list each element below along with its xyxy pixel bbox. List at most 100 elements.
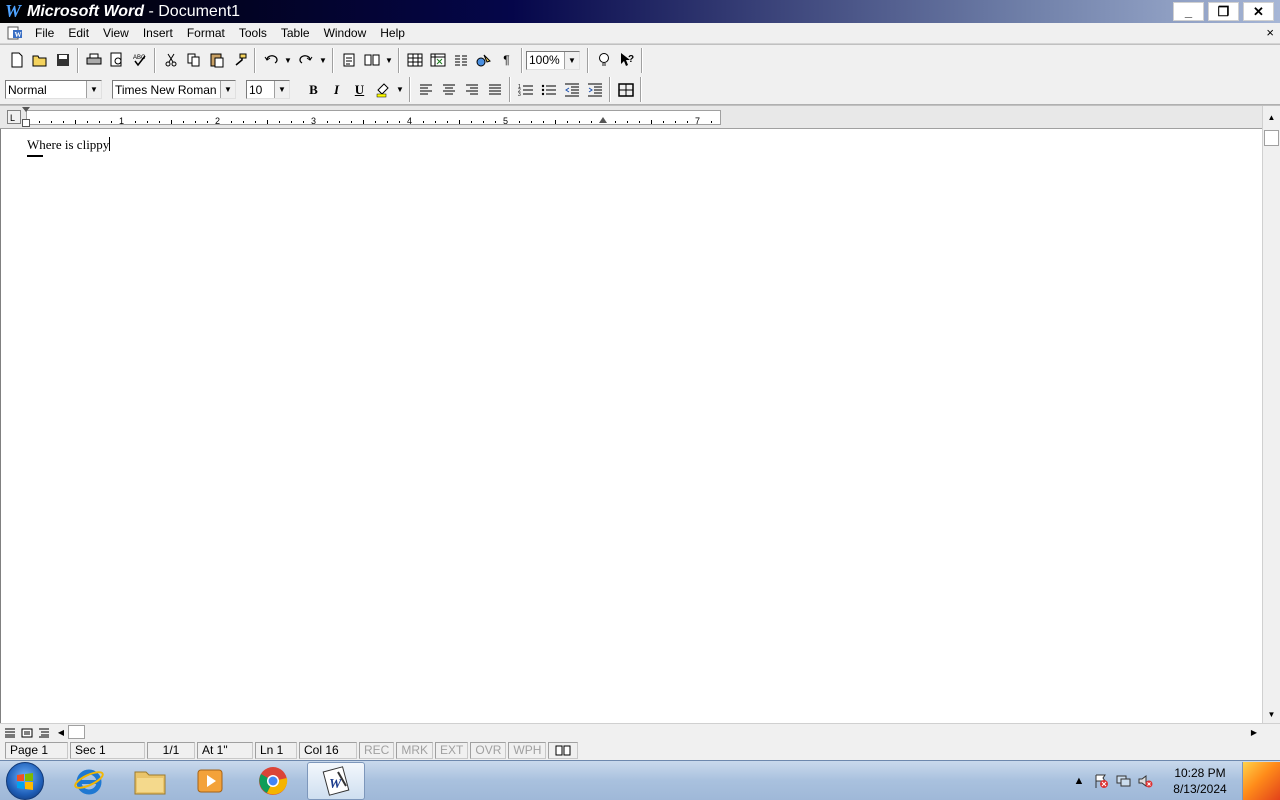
ruler-tick xyxy=(255,121,256,123)
tab-selector[interactable]: L xyxy=(7,110,21,124)
close-button[interactable]: ✕ xyxy=(1243,2,1274,21)
minimize-button[interactable]: _ xyxy=(1173,2,1204,21)
ruler-strip[interactable]: 1 2 3 4 5 7 xyxy=(22,107,721,127)
redo-dropdown-icon[interactable]: ▼ xyxy=(317,49,329,71)
volume-muted-icon[interactable] xyxy=(1134,770,1156,792)
ruler-tick xyxy=(495,121,496,123)
show-hide-pilcrow-icon[interactable]: ¶ xyxy=(495,49,518,71)
zoom-dropdown-icon[interactable]: ▼ xyxy=(564,51,579,69)
bullets-icon[interactable] xyxy=(537,79,560,101)
horizontal-scroll-thumb[interactable] xyxy=(68,725,85,739)
menu-table[interactable]: Table xyxy=(274,26,317,40)
new-document-icon[interactable] xyxy=(5,49,28,71)
status-ext[interactable]: EXT xyxy=(435,741,469,759)
save-disk-icon[interactable] xyxy=(51,49,74,71)
horizontal-scrollbar[interactable]: ◀ ▶ xyxy=(0,723,1280,740)
columns-icon[interactable] xyxy=(449,49,472,71)
document-control-icon[interactable]: W xyxy=(6,25,24,41)
word-taskbar-icon[interactable]: W xyxy=(307,762,365,800)
menu-format[interactable]: Format xyxy=(180,26,232,40)
borders-icon[interactable] xyxy=(614,79,637,101)
font-size-dropdown-icon[interactable]: ▼ xyxy=(274,81,289,98)
right-indent-marker-icon[interactable] xyxy=(599,117,607,123)
justify-icon[interactable] xyxy=(483,79,506,101)
media-player-icon[interactable] xyxy=(182,762,240,800)
normal-view-icon[interactable] xyxy=(2,725,18,740)
insert-table-icon[interactable] xyxy=(403,49,426,71)
chrome-icon[interactable] xyxy=(244,762,302,800)
insert-spreadsheet-icon[interactable] xyxy=(426,49,449,71)
address-dropdown-icon[interactable]: ▼ xyxy=(383,49,395,71)
left-indent-marker-icon[interactable] xyxy=(22,107,30,112)
copy-icon[interactable] xyxy=(182,49,205,71)
status-rec[interactable]: REC xyxy=(359,741,395,759)
highlight-dropdown-icon[interactable]: ▼ xyxy=(394,79,406,101)
word-logo-icon[interactable]: W xyxy=(3,1,23,22)
paste-clipboard-icon[interactable] xyxy=(205,49,228,71)
underline-button[interactable]: U xyxy=(348,79,371,101)
show-hidden-icons-arrow-icon[interactable]: ▲ xyxy=(1068,770,1090,792)
style-dropdown-icon[interactable]: ▼ xyxy=(86,81,101,98)
menu-view[interactable]: View xyxy=(96,26,136,40)
style-combo[interactable]: Normal ▼ xyxy=(5,80,102,99)
menu-insert[interactable]: Insert xyxy=(136,26,180,40)
help-pointer-icon[interactable]: ? xyxy=(615,49,638,71)
numbering-icon[interactable]: 123 xyxy=(514,79,537,101)
status-mrk[interactable]: MRK xyxy=(396,741,434,759)
italic-button[interactable]: I xyxy=(325,79,348,101)
increase-indent-icon[interactable] xyxy=(583,79,606,101)
highlight-marker-icon[interactable] xyxy=(371,79,394,101)
windows-start-icon[interactable] xyxy=(6,762,44,800)
autotext-icon[interactable] xyxy=(337,49,360,71)
font-dropdown-icon[interactable]: ▼ xyxy=(220,81,235,98)
vertical-scrollbar[interactable]: ▲ ▼ xyxy=(1262,106,1280,723)
menu-window[interactable]: Window xyxy=(317,26,374,40)
file-explorer-icon[interactable] xyxy=(121,762,179,800)
hanging-indent-marker-icon[interactable] xyxy=(22,119,30,127)
scroll-down-arrow-icon[interactable]: ▼ xyxy=(1263,706,1280,723)
cut-scissors-icon[interactable] xyxy=(159,49,182,71)
status-wph[interactable]: WPH xyxy=(508,741,547,759)
drawing-icon[interactable] xyxy=(472,49,495,71)
bold-button[interactable]: B xyxy=(302,79,325,101)
print-preview-icon[interactable] xyxy=(105,49,128,71)
book-status-icon[interactable] xyxy=(548,741,579,759)
insert-address-book-icon[interactable] xyxy=(360,49,383,71)
print-icon[interactable] xyxy=(82,49,105,71)
internet-explorer-icon[interactable] xyxy=(60,762,118,800)
undo-dropdown-icon[interactable]: ▼ xyxy=(282,49,294,71)
zoom-group: 100% ▼ xyxy=(526,47,588,73)
align-center-icon[interactable] xyxy=(437,79,460,101)
font-size-combo[interactable]: 10 ▼ xyxy=(246,80,290,99)
restore-button[interactable]: ❐ xyxy=(1208,2,1239,21)
document-area[interactable]: Where is clippy xyxy=(0,129,1262,723)
document-text[interactable]: Where is clippy xyxy=(27,137,111,153)
vertical-scroll-thumb[interactable] xyxy=(1264,130,1279,146)
scroll-left-arrow-icon[interactable]: ◀ xyxy=(53,725,69,740)
menu-file[interactable]: File xyxy=(28,26,61,40)
redo-icon[interactable] xyxy=(294,49,317,71)
open-folder-icon[interactable] xyxy=(28,49,51,71)
network-icon[interactable] xyxy=(1112,770,1134,792)
zoom-combo[interactable]: 100% ▼ xyxy=(526,50,580,70)
decrease-indent-icon[interactable] xyxy=(560,79,583,101)
action-center-flag-icon[interactable] xyxy=(1090,770,1112,792)
font-combo[interactable]: Times New Roman ▼ xyxy=(112,80,236,99)
menu-tools[interactable]: Tools xyxy=(232,26,274,40)
menu-help[interactable]: Help xyxy=(373,26,412,40)
show-desktop-button[interactable] xyxy=(1242,762,1280,800)
format-painter-icon[interactable] xyxy=(228,49,251,71)
scroll-up-arrow-icon[interactable]: ▲ xyxy=(1263,109,1280,126)
menu-edit[interactable]: Edit xyxy=(61,26,96,40)
scroll-right-arrow-icon[interactable]: ▶ xyxy=(1246,725,1262,740)
spelling-icon[interactable]: ABC xyxy=(128,49,151,71)
align-left-icon[interactable] xyxy=(414,79,437,101)
outline-view-icon[interactable] xyxy=(36,725,52,740)
page-layout-view-icon[interactable] xyxy=(19,725,35,740)
align-right-icon[interactable] xyxy=(460,79,483,101)
clock[interactable]: 10:28 PM 8/13/2024 xyxy=(1162,765,1238,797)
tip-wizard-lightbulb-icon[interactable] xyxy=(592,49,615,71)
undo-icon[interactable] xyxy=(259,49,282,71)
status-ovr[interactable]: OVR xyxy=(470,741,507,759)
document-close-button[interactable]: × xyxy=(1266,25,1274,40)
